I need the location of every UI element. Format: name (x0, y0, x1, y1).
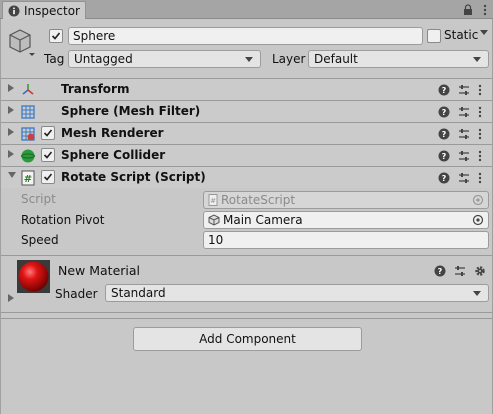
gameobject-cube-icon[interactable] (7, 27, 37, 57)
component-transform[interactable]: Transform ? (1, 78, 492, 100)
foldout-collapsed-icon[interactable] (7, 83, 15, 93)
kebab-menu-icon[interactable] (478, 84, 482, 96)
component-title: Sphere (Mesh Filter) (61, 104, 201, 118)
add-component-button[interactable]: Add Component (133, 327, 362, 351)
rotation-pivot-field[interactable]: Main Camera (203, 211, 489, 229)
script-label: Script (21, 192, 56, 206)
svg-text:?: ? (442, 152, 447, 161)
static-checkbox[interactable] (427, 29, 441, 43)
checkmark-icon (51, 32, 61, 40)
kebab-menu-icon[interactable] (478, 128, 482, 140)
rotation-pivot-label: Rotation Pivot (21, 213, 105, 227)
svg-text:?: ? (442, 130, 447, 139)
gameobject-cube-small-icon (208, 214, 220, 226)
presets-icon[interactable] (458, 150, 470, 162)
foldout-collapsed-icon[interactable] (7, 127, 15, 137)
foldout-collapsed-icon[interactable] (7, 149, 15, 159)
divider (1, 255, 492, 256)
kebab-menu-icon[interactable] (478, 106, 482, 118)
foldout-collapsed-icon[interactable] (7, 105, 15, 115)
divider (1, 312, 492, 313)
material-name: New Material (58, 263, 141, 278)
script-file-icon: # (208, 194, 218, 206)
mesh-renderer-enabled-checkbox[interactable] (41, 126, 55, 140)
shader-value: Standard (111, 286, 166, 300)
script-field: # RotateScript (203, 191, 489, 209)
dropdown-arrow-icon (472, 286, 482, 300)
dropdown-arrow-icon (244, 52, 254, 66)
tag-dropdown[interactable]: Untagged (68, 50, 261, 68)
material-preview[interactable] (17, 260, 50, 293)
static-label: Static (444, 28, 479, 42)
static-dropdown-icon[interactable] (480, 30, 488, 36)
speed-input[interactable]: 10 (203, 231, 489, 249)
script-icon: # (20, 170, 36, 186)
object-picker-icon (472, 194, 484, 206)
lock-icon[interactable] (463, 3, 473, 16)
mesh-renderer-icon (20, 126, 36, 142)
help-icon[interactable]: ? (438, 172, 450, 184)
gear-icon[interactable] (474, 265, 486, 277)
dropdown-arrow-icon (472, 52, 482, 66)
divider (1, 318, 492, 319)
presets-icon[interactable] (458, 128, 470, 140)
svg-text:#: # (24, 174, 32, 185)
inspector-tab[interactable]: Inspector (2, 1, 86, 19)
presets-icon[interactable] (458, 84, 470, 96)
tag-value: Untagged (74, 52, 133, 66)
component-rotate-script[interactable]: # Rotate Script (Script) ? (1, 166, 492, 188)
tab-title: Inspector (24, 3, 80, 18)
checkmark-icon (43, 129, 53, 137)
help-icon[interactable]: ? (438, 84, 450, 96)
transform-icon (20, 82, 36, 98)
gameobject-name-input[interactable]: Sphere (68, 27, 423, 45)
kebab-menu-icon[interactable] (478, 150, 482, 162)
shader-label: Shader (55, 287, 98, 301)
component-sphere-collider[interactable]: Sphere Collider ? (1, 144, 492, 166)
presets-icon[interactable] (458, 106, 470, 118)
help-icon[interactable]: ? (434, 265, 446, 277)
help-icon[interactable]: ? (438, 150, 450, 162)
foldout-expanded-icon[interactable] (7, 171, 17, 179)
sphere-collider-icon (20, 148, 36, 164)
info-icon (8, 5, 20, 17)
layer-dropdown[interactable]: Default (308, 50, 489, 68)
svg-text:?: ? (442, 174, 447, 183)
mesh-filter-icon (20, 104, 36, 120)
layer-value: Default (314, 52, 358, 66)
component-title: Transform (61, 82, 130, 96)
inspector-panel: Sphere Static Tag Untagged Layer Default (0, 19, 493, 414)
script-value: RotateScript (221, 193, 296, 207)
active-checkbox[interactable] (49, 29, 63, 43)
sphere-collider-enabled-checkbox[interactable] (41, 148, 55, 162)
svg-text:?: ? (442, 108, 447, 117)
component-mesh-renderer[interactable]: Mesh Renderer ? (1, 122, 492, 144)
component-title: Mesh Renderer (61, 126, 164, 140)
object-picker-icon[interactable] (472, 214, 484, 226)
checkmark-icon (43, 151, 53, 159)
rotate-script-enabled-checkbox[interactable] (41, 170, 55, 184)
component-title: Sphere Collider (61, 148, 166, 162)
layer-label: Layer (272, 52, 306, 66)
help-icon[interactable]: ? (438, 106, 450, 118)
speed-label: Speed (21, 233, 59, 247)
shader-dropdown[interactable]: Standard (105, 284, 489, 302)
svg-text:?: ? (438, 267, 443, 276)
presets-icon[interactable] (454, 265, 466, 277)
checkmark-icon (43, 173, 53, 181)
gameobject-header: Sphere Static Tag Untagged Layer Default (1, 19, 492, 79)
tab-bar: Inspector (0, 0, 493, 19)
foldout-collapsed-icon[interactable] (7, 293, 15, 303)
kebab-menu-icon[interactable] (483, 4, 487, 16)
svg-text:?: ? (442, 86, 447, 95)
presets-icon[interactable] (458, 172, 470, 184)
svg-text:#: # (210, 197, 216, 205)
help-icon[interactable]: ? (438, 128, 450, 140)
rotation-pivot-value: Main Camera (223, 213, 303, 227)
kebab-menu-icon[interactable] (478, 172, 482, 184)
component-title: Rotate Script (Script) (61, 170, 206, 184)
component-mesh-filter[interactable]: Sphere (Mesh Filter) ? (1, 100, 492, 122)
tag-label: Tag (44, 52, 65, 66)
